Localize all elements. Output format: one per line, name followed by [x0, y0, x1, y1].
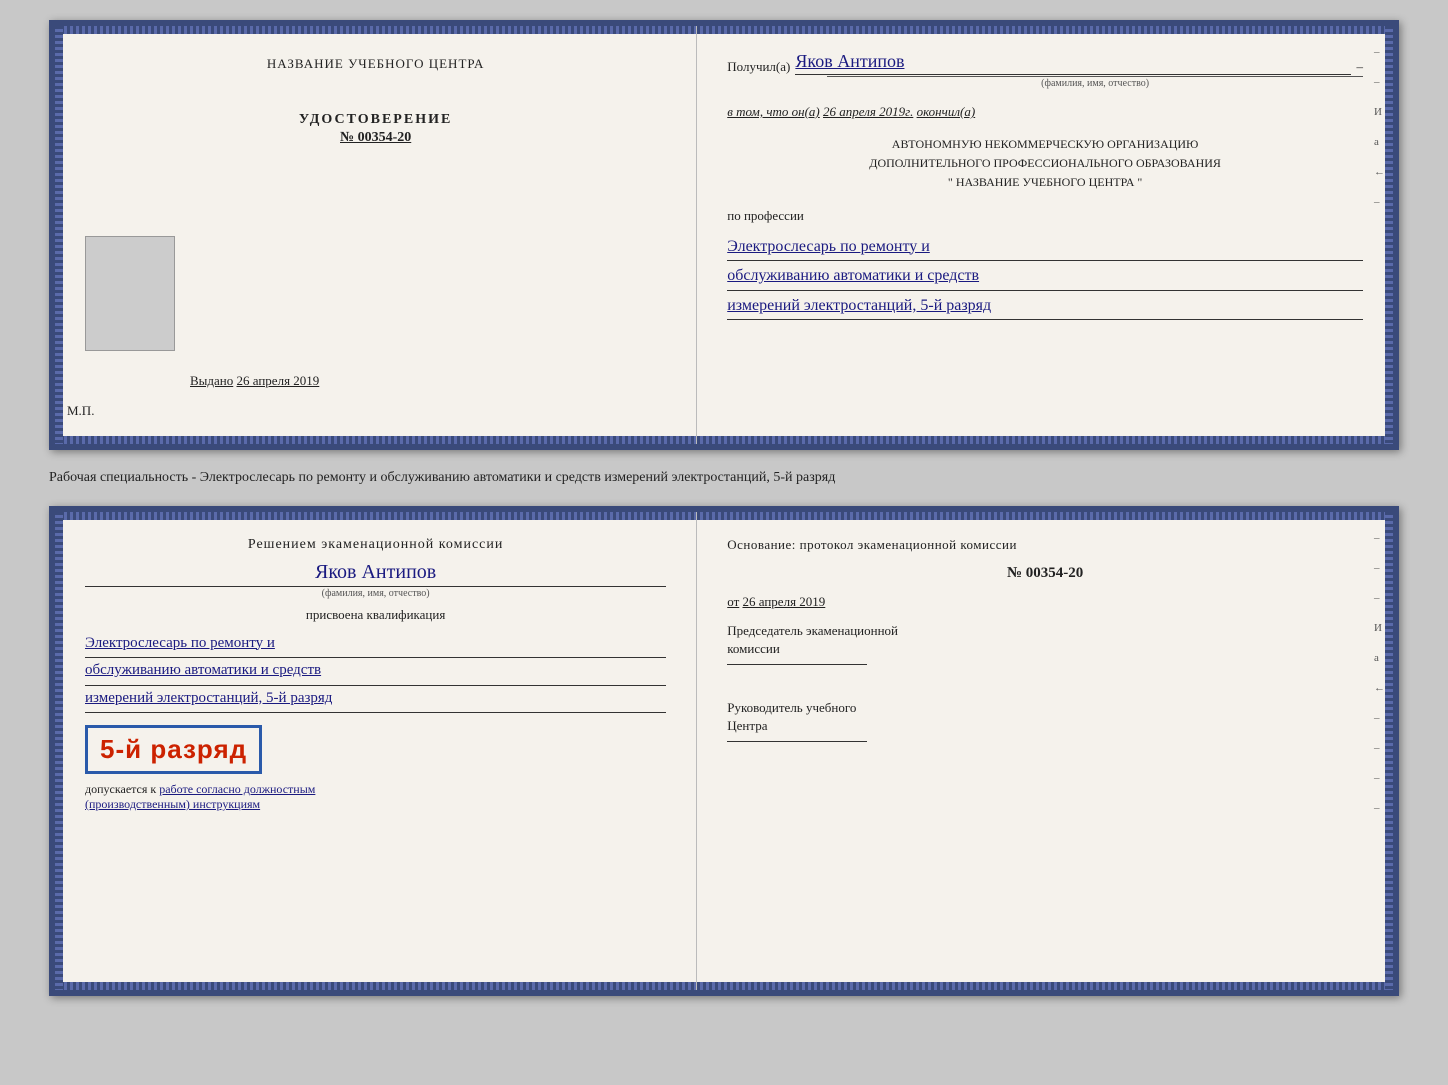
qual-line3: измерений электростанций, 5-й разряд: [85, 686, 666, 714]
right-side-marks: – – И а ← –: [1374, 46, 1385, 208]
recipient-block: Получил(а) Яков Антипов – (фамилия, имя,…: [727, 46, 1363, 89]
right-side-marks-bottom: – – – И а ← – – – –: [1374, 532, 1385, 814]
fio-label-bottom: (фамилия, имя, отчество): [85, 588, 666, 599]
fio-label-top: (фамилия, имя, отчество): [827, 76, 1363, 89]
separator-label: Рабочая специальность - Электрослесарь п…: [49, 470, 835, 485]
rank-badge-text: 5-й разряд: [100, 734, 247, 765]
org-line1: АВТОНОМНУЮ НЕКОММЕРЧЕСКУЮ ОРГАНИЗАЦИЮ: [727, 135, 1363, 154]
mp-label: М.П.: [67, 403, 94, 419]
cert-bottom-right-panel: Основание: протокол экаменационной комис…: [697, 512, 1393, 990]
cert-bottom-left-panel: Решением экаменационной комиссии Яков Ан…: [55, 512, 697, 990]
decision-title: Решением экаменационной комиссии: [85, 537, 666, 553]
issued-date: 26 апреля 2019: [237, 373, 320, 388]
certify-label: в том, что он(а): [727, 104, 820, 119]
org-description: АВТОНОМНУЮ НЕКОММЕРЧЕСКУЮ ОРГАНИЗАЦИЮ ДО…: [727, 135, 1363, 193]
profession-line2: обслуживанию автоматики и средств: [727, 263, 1363, 291]
certify-date: 26 апреля 2019г.: [823, 104, 913, 119]
head-label2: Центра: [727, 717, 1363, 735]
org-name-top: НАЗВАНИЕ УЧЕБНОГО ЦЕНТРА: [267, 56, 484, 72]
issued-label: Выдано: [190, 373, 233, 388]
certificate-bottom: Решением экаменационной комиссии Яков Ан…: [49, 506, 1399, 996]
cert-top-left-panel: НАЗВАНИЕ УЧЕБНОГО ЦЕНТРА УДОСТОВЕРЕНИЕ №…: [55, 26, 697, 444]
photo-placeholder: [85, 236, 175, 351]
qualification-name: Электрослесарь по ремонту и обслуживанию…: [85, 631, 666, 714]
completed-label: окончил(а): [917, 104, 976, 119]
org-line3: " НАЗВАНИЕ УЧЕБНОГО ЦЕНТРА ": [727, 173, 1363, 192]
recipient-name: Яков Антипов: [795, 51, 1351, 75]
head-block: Руководитель учебного Центра: [727, 699, 1363, 744]
qual-line1: Электрослесарь по ремонту и: [85, 631, 666, 659]
allowed-text: работе согласно должностным: [159, 782, 315, 796]
qualification-label: присвоена квалификация: [85, 607, 666, 623]
date-certify-line: в том, что он(а) 26 апреля 2019г. окончи…: [727, 104, 1363, 120]
recipient-line: Получил(а) Яков Антипов –: [727, 51, 1363, 75]
chairman-block: Председатель экаменационной комиссии: [727, 622, 1363, 667]
chairman-label2: комиссии: [727, 640, 1363, 658]
received-label: Получил(а): [727, 59, 790, 75]
rank-badge: 5-й разряд: [85, 725, 262, 774]
head-label1: Руководитель учебного: [727, 699, 1363, 717]
allowed-prefix: допускается к: [85, 782, 156, 796]
allowed-text2: (производственным) инструкциям: [85, 797, 260, 811]
protocol-date: от 26 апреля 2019: [727, 594, 1363, 610]
profession-line3: измерений электростанций, 5-й разряд: [727, 293, 1363, 321]
chairman-label1: Председатель экаменационной: [727, 622, 1363, 640]
separator-text: Рабочая специальность - Электрослесарь п…: [49, 460, 1399, 496]
person-name-block: Яков Антипов (фамилия, имя, отчество): [85, 561, 666, 599]
cert-title: УДОСТОВЕРЕНИЕ: [299, 112, 452, 128]
org-line2: ДОПОЛНИТЕЛЬНОГО ПРОФЕССИОНАЛЬНОГО ОБРАЗО…: [727, 154, 1363, 173]
cert-number: № 00354-20: [299, 130, 452, 146]
protocol-date-label: от: [727, 594, 739, 609]
qual-line2: обслуживанию автоматики и средств: [85, 658, 666, 686]
allowed-label: допускается к работе согласно должностны…: [85, 782, 666, 812]
protocol-date-value: 26 апреля 2019: [743, 594, 826, 609]
cert-top-right-panel: Получил(а) Яков Антипов – (фамилия, имя,…: [697, 26, 1393, 444]
cert-title-block: УДОСТОВЕРЕНИЕ № 00354-20: [299, 112, 452, 146]
profession-label: по профессии: [727, 208, 1363, 224]
person-name-handwritten: Яков Антипов: [85, 561, 666, 587]
chairman-signature-line: [727, 664, 867, 665]
basis-text: Основание: протокол экаменационной комис…: [727, 537, 1363, 553]
issued-line: Выдано 26 апреля 2019: [190, 373, 319, 389]
profession-line1: Электрослесарь по ремонту и: [727, 234, 1363, 262]
certificate-top: НАЗВАНИЕ УЧЕБНОГО ЦЕНТРА УДОСТОВЕРЕНИЕ №…: [49, 20, 1399, 450]
head-signature-line: [727, 741, 867, 742]
protocol-number: № 00354-20: [727, 565, 1363, 582]
profession-name: Электрослесарь по ремонту и обслуживанию…: [727, 234, 1363, 323]
